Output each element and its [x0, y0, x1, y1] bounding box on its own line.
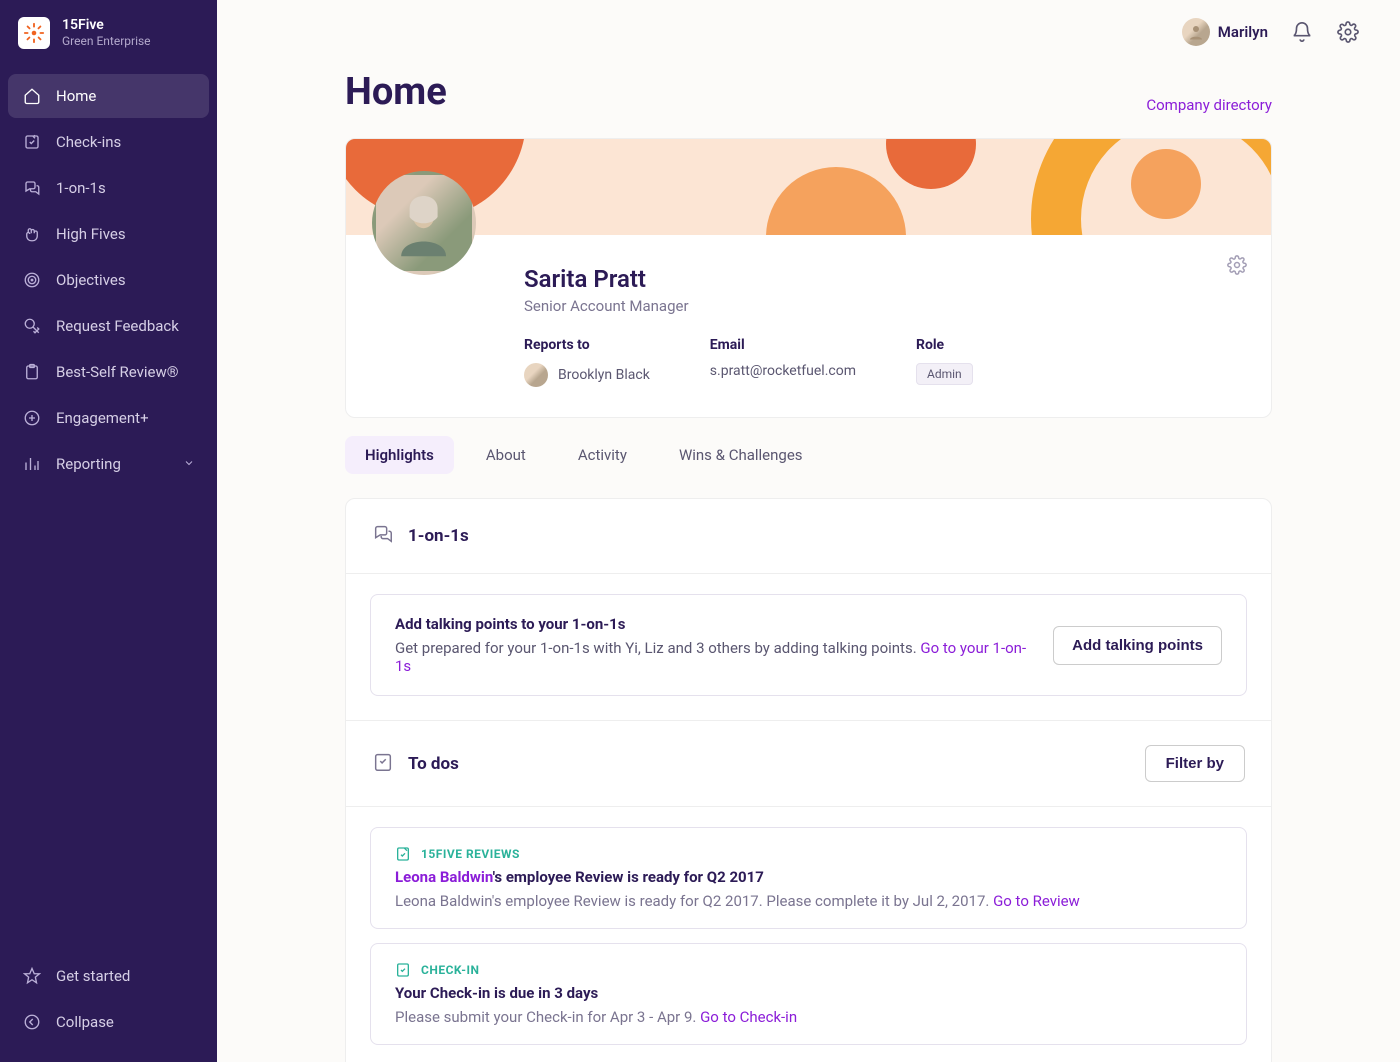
go-to-checkin-link[interactable]: Go to Check-in	[700, 1008, 797, 1026]
highfive-icon	[22, 224, 42, 244]
todo-desc: Leona Baldwin's employee Review is ready…	[395, 892, 1222, 910]
target-icon	[22, 270, 42, 290]
profile-settings-button[interactable]	[1227, 255, 1247, 279]
profile-avatar	[372, 171, 476, 275]
settings-button[interactable]	[1336, 20, 1360, 44]
sidebar-item-objectives[interactable]: Objectives	[8, 258, 209, 302]
sidebar-item-label: Best-Self Review®	[56, 363, 179, 381]
sidebar-bottom: Get started Collpase	[0, 946, 217, 1062]
sidebar-item-label: Check-ins	[56, 133, 121, 151]
add-talking-points-button[interactable]: Add talking points	[1053, 626, 1222, 665]
todo-desc: Please submit your Check-in for Apr 3 - …	[395, 1008, 1222, 1026]
sidebar-item-label: Objectives	[56, 271, 126, 289]
tab-about[interactable]: About	[466, 436, 546, 474]
role-label: Role	[916, 337, 973, 353]
role-badge: Admin	[916, 363, 973, 385]
sidebar-item-highfives[interactable]: High Fives	[8, 212, 209, 256]
main: Marilyn Home Company directory	[217, 0, 1400, 1062]
feedback-icon	[22, 316, 42, 336]
review-icon	[395, 846, 411, 862]
notifications-button[interactable]	[1290, 20, 1314, 44]
talking-points-prompt: Add talking points to your 1-on-1s Get p…	[370, 594, 1247, 696]
sidebar-item-reporting[interactable]: Reporting	[8, 442, 209, 486]
filter-button[interactable]: Filter by	[1145, 745, 1245, 782]
user-name: Marilyn	[1218, 23, 1268, 41]
sidebar-item-getstarted[interactable]: Get started	[8, 954, 209, 998]
sidebar-item-label: 1-on-1s	[56, 179, 106, 197]
profile-tabs: Highlights About Activity Wins & Challen…	[345, 436, 1272, 474]
todo-item[interactable]: 15FIVE REVIEWS Leona Baldwin's employee …	[370, 827, 1247, 929]
checkin-icon	[22, 132, 42, 152]
go-to-review-link[interactable]: Go to Review	[993, 892, 1080, 910]
gear-icon	[1227, 255, 1247, 275]
avatar	[1182, 18, 1210, 46]
gear-icon	[1337, 21, 1359, 43]
email: Email s.pratt@rocketfuel.com	[710, 337, 856, 387]
email-label: Email	[710, 337, 856, 353]
checklist-icon	[372, 751, 394, 777]
section-title: To dos	[408, 754, 459, 774]
sidebar: 15Five Green Enterprise Home Check-ins 1…	[0, 0, 217, 1062]
todo-item[interactable]: CHECK-IN Your Check-in is due in 3 days …	[370, 943, 1247, 1045]
brand[interactable]: 15Five Green Enterprise	[0, 0, 217, 68]
tab-wins[interactable]: Wins & Challenges	[659, 436, 823, 474]
star-icon	[22, 966, 42, 986]
sidebar-item-label: Get started	[56, 967, 130, 985]
avatar	[524, 363, 548, 387]
one-on-ones-section: 1-on-1s Add talking points to your 1-on-…	[345, 498, 1272, 1062]
sidebar-item-feedback[interactable]: Request Feedback	[8, 304, 209, 348]
sidebar-item-review[interactable]: Best-Self Review®	[8, 350, 209, 394]
bar-chart-icon	[22, 454, 42, 474]
chat-icon	[22, 178, 42, 198]
chat-icon	[372, 523, 394, 549]
clipboard-icon	[22, 362, 42, 382]
sidebar-item-checkins[interactable]: Check-ins	[8, 120, 209, 164]
profile-title: Senior Account Manager	[524, 297, 1241, 315]
home-icon	[22, 86, 42, 106]
sidebar-item-collapse[interactable]: Collpase	[8, 1000, 209, 1044]
page-header: Home Company directory	[345, 70, 1272, 114]
todo-tag: CHECK-IN	[421, 963, 480, 977]
sidebar-item-label: Reporting	[56, 455, 121, 473]
reports-to-name[interactable]: Brooklyn Black	[558, 367, 650, 383]
section-title: 1-on-1s	[408, 526, 469, 546]
todo-tag: 15FIVE REVIEWS	[421, 847, 520, 861]
sidebar-item-1on1s[interactable]: 1-on-1s	[8, 166, 209, 210]
page-title: Home	[345, 70, 447, 114]
user-menu[interactable]: Marilyn	[1182, 18, 1268, 46]
profile-banner	[346, 139, 1271, 235]
sidebar-item-home[interactable]: Home	[8, 74, 209, 118]
chevron-down-icon	[183, 455, 195, 473]
prompt-subtitle: Get prepared for your 1-on-1s with Yi, L…	[395, 639, 1033, 675]
sidebar-item-label: Request Feedback	[56, 317, 179, 335]
collapse-icon	[22, 1012, 42, 1032]
brand-sub: Green Enterprise	[62, 34, 151, 50]
tab-activity[interactable]: Activity	[558, 436, 647, 474]
sidebar-nav: Home Check-ins 1-on-1s High Fives Object…	[0, 68, 217, 946]
logo-icon	[18, 17, 50, 49]
brand-name: 15Five	[62, 16, 151, 34]
company-directory-link[interactable]: Company directory	[1146, 96, 1272, 114]
email-value[interactable]: s.pratt@rocketfuel.com	[710, 363, 856, 379]
profile-name: Sarita Pratt	[524, 265, 1241, 293]
role: Role Admin	[916, 337, 973, 387]
todo-title: Your Check-in is due in 3 days	[395, 984, 1222, 1002]
reports-to: Reports to Brooklyn Black	[524, 337, 650, 387]
topbar: Marilyn	[217, 0, 1400, 46]
prompt-title: Add talking points to your 1-on-1s	[395, 615, 1033, 633]
gear-plus-icon	[22, 408, 42, 428]
tab-highlights[interactable]: Highlights	[345, 436, 454, 474]
sidebar-item-label: High Fives	[56, 225, 126, 243]
profile-card: Sarita Pratt Senior Account Manager Repo…	[345, 138, 1272, 418]
sidebar-item-engagement[interactable]: Engagement+	[8, 396, 209, 440]
checkin-icon	[395, 962, 411, 978]
todo-title: Leona Baldwin's employee Review is ready…	[395, 868, 1222, 886]
reports-to-label: Reports to	[524, 337, 650, 353]
sidebar-item-label: Home	[56, 87, 96, 105]
sidebar-item-label: Collpase	[56, 1013, 114, 1031]
sidebar-item-label: Engagement+	[56, 409, 149, 427]
bell-icon	[1291, 21, 1313, 43]
